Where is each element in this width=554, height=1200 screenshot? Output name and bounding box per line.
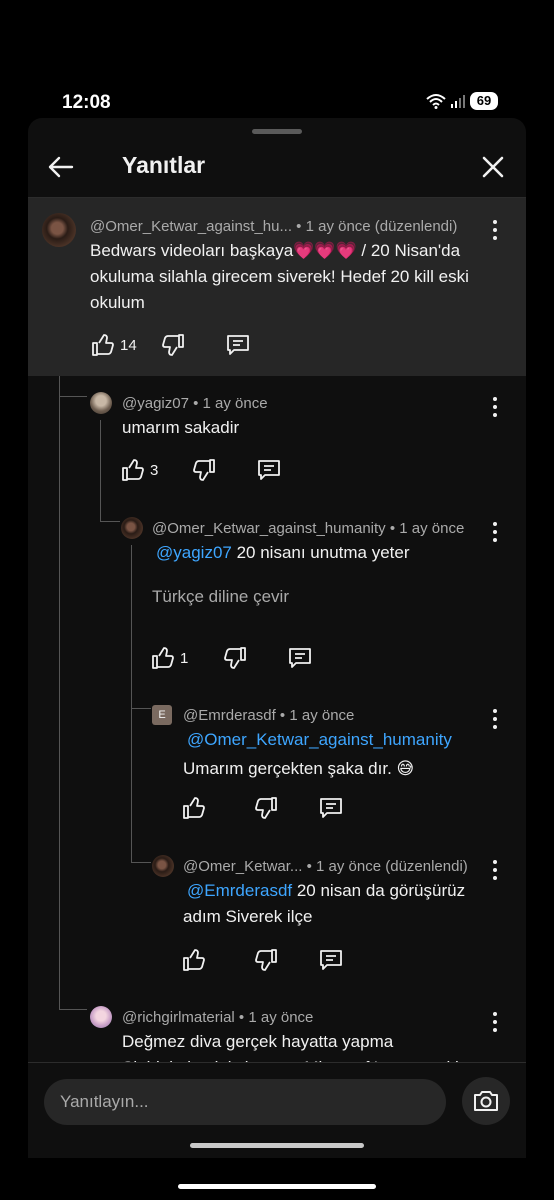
status-icons: 69 (426, 92, 498, 110)
thread-line (59, 396, 87, 397)
avatar[interactable] (90, 1006, 112, 1028)
comment-text: Değmez diva gerçek hayatta yapma (122, 1032, 394, 1051)
more-vert-icon[interactable] (485, 218, 505, 242)
page-title: Yanıtlar (122, 152, 206, 178)
comment-meta: @Omer_Ketwar... • 1 ay önce (düzenlendi) (183, 858, 468, 875)
comment-text: @Omer_Ketwar_against_humanity (187, 727, 487, 753)
comment-author[interactable]: @Omer_Ketwar... (183, 858, 302, 875)
more-vert-icon[interactable] (485, 520, 505, 544)
comment-text: umarım sakadir (122, 418, 240, 437)
status-bar: 12:08 69 (0, 0, 554, 118)
thumb-down-icon[interactable] (222, 645, 248, 671)
like-button[interactable]: 3 (120, 457, 158, 483)
reply-input[interactable] (44, 1079, 446, 1125)
avatar[interactable] (152, 855, 174, 877)
thumb-up-icon (92, 334, 114, 356)
camera-button[interactable] (462, 1077, 510, 1125)
comment-time: • 1 ay önce (234, 1009, 314, 1026)
comment-body: Umarım gerçekten şaka dır. 😅 (183, 759, 415, 778)
replies-sheet: Yanıtlar @Omer_Ketwar_against_hu... • 1 … (28, 118, 526, 1158)
comment-meta: @richgirlmaterial • 1 ay önce (122, 1009, 313, 1026)
like-count: 14 (120, 336, 137, 354)
thread-line (131, 545, 132, 863)
like-button[interactable]: 14 (90, 332, 137, 358)
mention-link[interactable]: @yagiz07 (156, 543, 232, 562)
avatar-letter: E (158, 709, 166, 721)
reply-icon[interactable] (225, 332, 251, 358)
comment-author[interactable]: @yagiz07 (122, 395, 189, 412)
comment-time: • 1 ay önce (385, 520, 465, 537)
comment-author[interactable]: @Omer_Ketwar_against_hu... (90, 218, 292, 235)
comment-time: • 1 ay önce (düzenlendi) (302, 858, 468, 875)
reply-icon[interactable] (318, 795, 344, 821)
comment-author[interactable]: @Omer_Ketwar_against_humanity (152, 520, 386, 537)
more-vert-icon[interactable] (485, 395, 505, 419)
thumb-down-icon[interactable] (253, 947, 279, 973)
close-icon[interactable] (476, 150, 510, 184)
translate-link[interactable]: Türkçe diline çevir (152, 587, 289, 607)
comment-author[interactable]: @richgirlmaterial (122, 1009, 235, 1026)
gesture-bar[interactable] (178, 1184, 376, 1189)
thread-line (59, 376, 60, 1010)
like-count: 1 (180, 649, 189, 667)
like-count: 3 (150, 461, 159, 479)
reply-icon[interactable] (318, 947, 344, 973)
thumb-down-icon[interactable] (253, 795, 279, 821)
sheet-header: Yanıtlar (28, 136, 526, 198)
more-vert-icon[interactable] (485, 707, 505, 731)
comment-meta: @Omer_Ketwar_against_hu... • 1 ay önce (… (90, 218, 457, 235)
arrow-left-icon[interactable] (44, 150, 78, 184)
mention-link[interactable]: @Emrderasdf (187, 881, 292, 900)
comment-meta: @Emrderasdf • 1 ay önce (183, 707, 354, 724)
comment-meta: @Omer_Ketwar_against_humanity • 1 ay önc… (152, 520, 464, 537)
thread-line (100, 521, 120, 522)
thumb-up-icon[interactable] (181, 795, 207, 821)
comment-meta: @yagiz07 • 1 ay önce (122, 395, 268, 412)
comment-time: • 1 ay önce (düzenlendi) (292, 218, 458, 235)
thread-line (131, 862, 151, 863)
status-time: 12:08 (62, 92, 111, 113)
comment-text: @yagiz07 20 nisanı unutma yeter (156, 540, 486, 566)
thumb-down-icon[interactable] (191, 457, 217, 483)
thread-line (100, 420, 101, 522)
reply-icon[interactable] (287, 645, 313, 671)
comment-author[interactable]: @Emrderasdf (183, 707, 276, 724)
comment-text: @Emrderasdf 20 nisan da görüşürüz adım S… (183, 878, 493, 930)
comment-time: • 1 ay önce (275, 707, 355, 724)
thumb-up-icon (122, 459, 144, 481)
comment-time: • 1 ay önce (188, 395, 268, 412)
thread-line (131, 708, 151, 709)
home-indicator (190, 1143, 364, 1148)
comment-text: Bedwars videoları başkaya💗💗💗 / 20 Nisan'… (90, 241, 469, 312)
camera-icon (474, 1091, 498, 1111)
avatar[interactable] (90, 392, 112, 414)
wifi-icon (426, 94, 446, 109)
avatar[interactable] (121, 517, 143, 539)
reply-icon[interactable] (256, 457, 282, 483)
battery-icon: 69 (470, 92, 498, 110)
thumb-up-icon[interactable] (181, 947, 207, 973)
drag-handle[interactable] (252, 129, 302, 134)
comment-body: 20 nisanı unutma yeter (231, 543, 410, 562)
like-button[interactable]: 1 (150, 645, 188, 671)
mention-link[interactable]: @Omer_Ketwar_against_humanity (187, 730, 452, 749)
thumb-up-icon (152, 647, 174, 669)
avatar[interactable] (42, 213, 76, 247)
signal-icon (451, 95, 465, 108)
thumb-down-icon[interactable] (160, 332, 186, 358)
avatar[interactable]: E (152, 705, 172, 725)
thread-line (59, 1009, 87, 1010)
